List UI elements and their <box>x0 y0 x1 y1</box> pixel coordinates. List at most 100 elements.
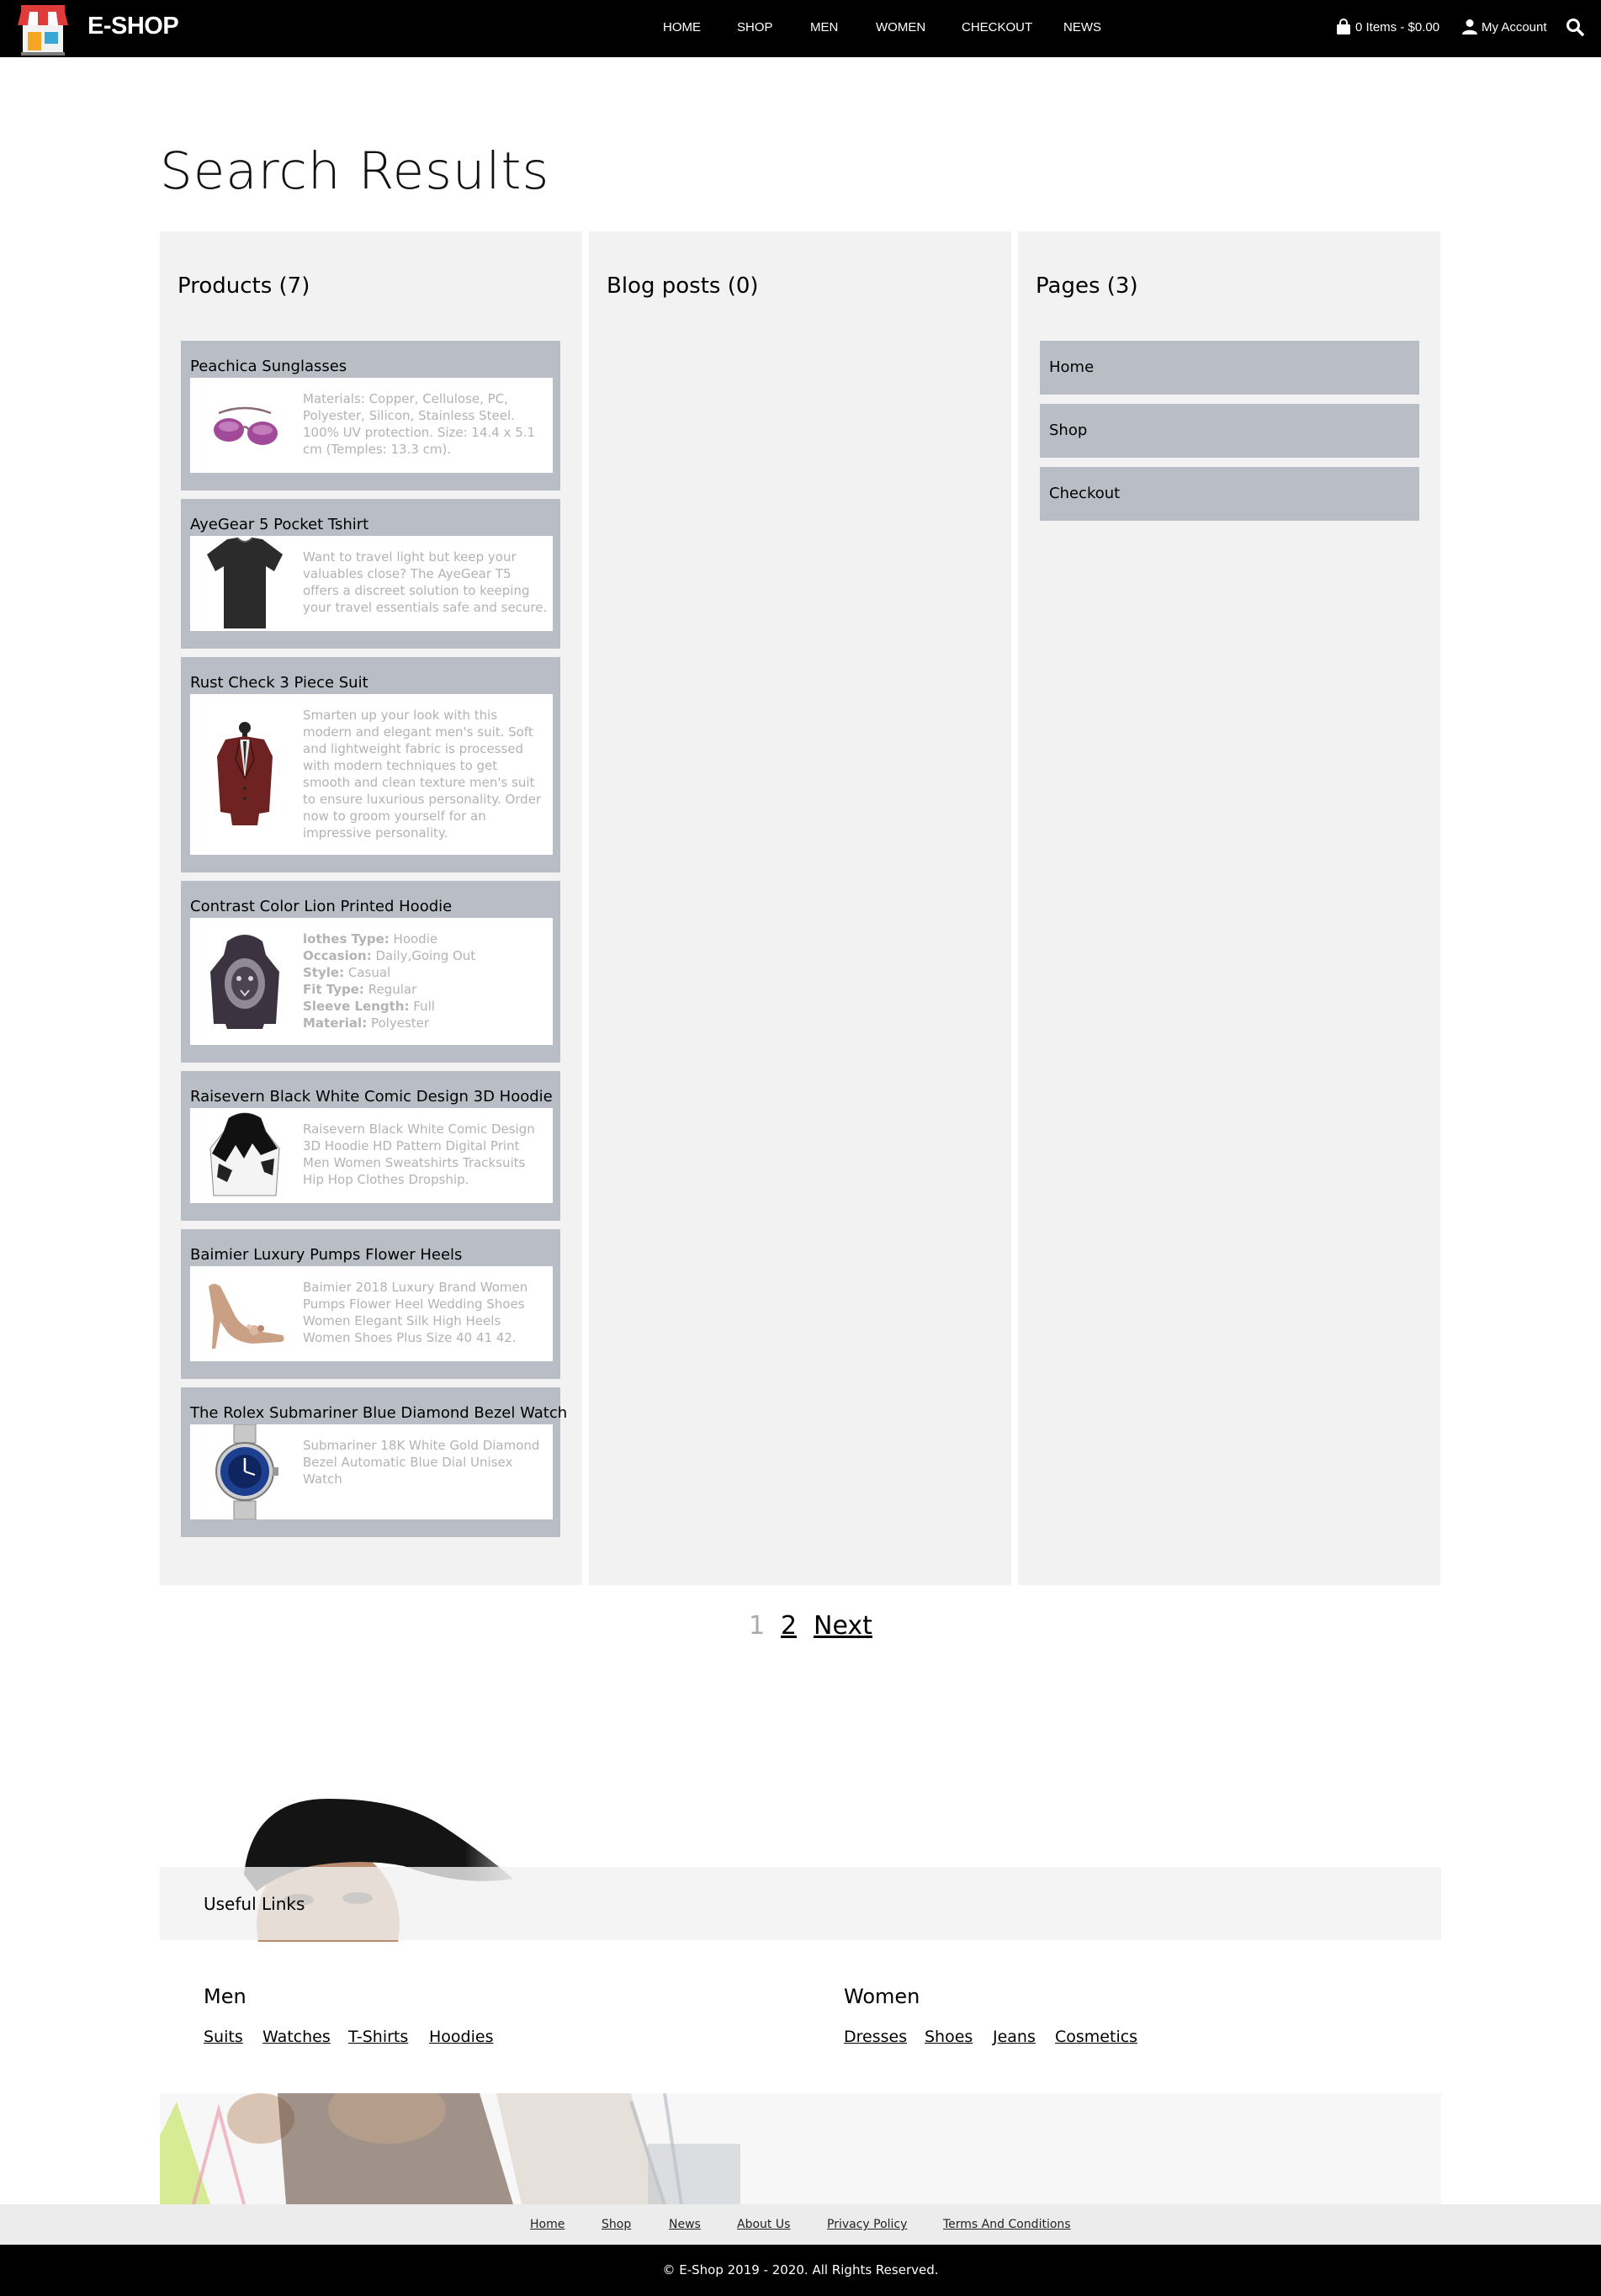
footer-link-hoodies[interactable]: Hoodies <box>429 2028 493 2046</box>
cart-summary[interactable]: 0 Items - $0.00 <box>1336 17 1439 37</box>
product-card[interactable]: Baimier Luxury Pumps Flower Heels Baimie… <box>181 1229 560 1379</box>
footer-link-tshirts[interactable]: T-Shirts <box>348 2028 408 2046</box>
product-name[interactable]: Baimier Luxury Pumps Flower Heels <box>190 1246 462 1264</box>
useful-links-title: Useful Links <box>204 1894 305 1914</box>
spec-value: Daily,Going Out <box>375 948 476 963</box>
footer-nav: Home Shop News About Us Privacy Policy T… <box>0 2204 1601 2245</box>
spec-label: Material: <box>303 1015 368 1031</box>
footer-nav-privacy-policy[interactable]: Privacy Policy <box>827 2218 907 2231</box>
footer-link-jeans[interactable]: Jeans <box>993 2028 1036 2046</box>
page-result-shop[interactable]: Shop <box>1040 404 1419 458</box>
suit-jacket-image <box>217 722 273 825</box>
product-body: Smarten up your look with this modern an… <box>190 694 553 855</box>
product-description: Baimier 2018 Luxury Brand Women Pumps Fl… <box>303 1280 528 1345</box>
product-name[interactable]: Peachica Sunglasses <box>190 358 347 375</box>
product-name[interactable]: Rust Check 3 Piece Suit <box>190 674 368 692</box>
blue-watch-image <box>215 1424 278 1519</box>
product-body: Raisevern Black White Comic Design 3D Ho… <box>190 1108 553 1203</box>
product-card[interactable]: AyeGear 5 Pocket Tshirt Want to travel l… <box>181 499 560 649</box>
spec-value: Polyester <box>370 1015 430 1031</box>
spec-value: Regular <box>368 982 417 997</box>
nav-women[interactable]: WOMEN <box>876 20 925 34</box>
nav-home[interactable]: HOME <box>663 20 701 34</box>
product-body: Want to travel light but keep your valua… <box>190 536 553 631</box>
nav-news[interactable]: NEWS <box>1063 20 1101 34</box>
spec-row: Sleeve Length: Full <box>303 998 549 1015</box>
footer-link-watches[interactable]: Watches <box>262 2028 331 2046</box>
footer-nav-shop[interactable]: Shop <box>602 2218 631 2231</box>
footer-link-shoes[interactable]: Shoes <box>925 2028 973 2046</box>
nav-men[interactable]: MEN <box>810 20 838 34</box>
footer-link-cosmetics[interactable]: Cosmetics <box>1055 2028 1137 2046</box>
products-heading: Products (7) <box>178 273 310 299</box>
product-name[interactable]: Raisevern Black White Comic Design 3D Ho… <box>190 1088 553 1106</box>
nav-checkout[interactable]: CHECKOUT <box>962 20 1032 34</box>
product-body: Baimier 2018 Luxury Brand Women Pumps Fl… <box>190 1266 553 1361</box>
spec-row: Material: Polyester <box>303 1015 549 1031</box>
spec-label: lothes Type: <box>303 931 390 947</box>
footer-link-suits[interactable]: Suits <box>204 2028 243 2046</box>
top-navbar: E-SHOP HOME SHOP MEN WOMEN CHECKOUT NEWS… <box>0 0 1601 57</box>
product-name[interactable]: Contrast Color Lion Printed Hoodie <box>190 898 452 915</box>
search-icon[interactable] <box>1566 18 1584 36</box>
product-description: Want to travel light but keep your valua… <box>303 549 548 615</box>
spec-row: lothes Type: Hoodie <box>303 931 549 947</box>
footer-women-title: Women <box>844 1985 920 2008</box>
next-page-link[interactable]: Next <box>814 1611 872 1641</box>
nav-shop[interactable]: SHOP <box>737 20 773 34</box>
page-2-link[interactable]: 2 <box>781 1611 797 1641</box>
footer-nav-news[interactable]: News <box>669 2218 701 2231</box>
shopping-bags-image <box>160 2093 1441 2204</box>
spec-label: Occasion: <box>303 948 372 963</box>
footer-nav-home[interactable]: Home <box>530 2218 565 2231</box>
spec-value: Full <box>413 999 435 1014</box>
spec-value: Casual <box>347 965 391 980</box>
product-body: Materials: Copper, Cellulose, PC, Polyes… <box>190 378 553 473</box>
page-1-current: 1 <box>749 1611 766 1641</box>
product-card[interactable]: Contrast Color Lion Printed Hoodie lothe… <box>181 881 560 1063</box>
footer-link-dresses[interactable]: Dresses <box>844 2028 907 2046</box>
blog-posts-column: Blog posts (0) <box>589 231 1011 1585</box>
shopping-bag-icon <box>1337 19 1350 34</box>
spec-row: Fit Type: Regular <box>303 981 549 998</box>
product-body: lothes Type: Hoodie Occasion: Daily,Goin… <box>190 918 553 1045</box>
spec-label: Sleeve Length: <box>303 999 410 1014</box>
footer-nav-terms[interactable]: Terms And Conditions <box>943 2218 1071 2231</box>
product-specs: lothes Type: Hoodie Occasion: Daily,Goin… <box>303 931 549 1031</box>
copyright-text: © E-Shop 2019 - 2020. All Rights Reserve… <box>662 2262 939 2277</box>
product-body: Submariner 18K White Gold Diamond Bezel … <box>190 1424 553 1519</box>
flower-heels-image <box>209 1284 284 1349</box>
page-result-label: Shop <box>1049 422 1088 439</box>
promo-shopping-image <box>160 2093 1441 2204</box>
useful-links-band: Useful Links <box>160 1867 1441 1940</box>
user-icon <box>1462 19 1477 34</box>
pages-column: Pages (3) Home Shop Checkout <box>1018 231 1440 1585</box>
footer-nav-about-us[interactable]: About Us <box>737 2218 790 2231</box>
blog-heading: Blog posts (0) <box>607 273 759 299</box>
spec-label: Style: <box>303 965 345 980</box>
sunglasses-image <box>214 406 278 445</box>
spec-label: Fit Type: <box>303 982 364 997</box>
page-result-label: Home <box>1049 358 1095 376</box>
products-column: Products (7) Peachica Sunglasses Materia… <box>160 231 582 1585</box>
page-result-checkout[interactable]: Checkout <box>1040 467 1419 521</box>
product-name[interactable]: The Rolex Submariner Blue Diamond Bezel … <box>190 1404 567 1422</box>
copyright-bar: © E-Shop 2019 - 2020. All Rights Reserve… <box>0 2245 1601 2296</box>
product-card[interactable]: Rust Check 3 Piece Suit Smarten up your … <box>181 657 560 872</box>
product-card[interactable]: Peachica Sunglasses Materials: Copper, C… <box>181 341 560 490</box>
shop-storefront-icon[interactable] <box>18 3 68 56</box>
page-title: Search Results <box>160 141 550 201</box>
brand-name[interactable]: E-SHOP <box>87 13 179 40</box>
product-description: Raisevern Black White Comic Design 3D Ho… <box>303 1121 535 1187</box>
product-card[interactable]: Raisevern Black White Comic Design 3D Ho… <box>181 1071 560 1221</box>
product-card[interactable]: The Rolex Submariner Blue Diamond Bezel … <box>181 1387 567 1537</box>
page-result-home[interactable]: Home <box>1040 341 1419 395</box>
spec-value: Hoodie <box>393 931 438 947</box>
page-result-label: Checkout <box>1049 485 1121 502</box>
product-description: Materials: Copper, Cellulose, PC, Polyes… <box>303 391 536 457</box>
black-tshirt-image <box>207 537 283 628</box>
my-account-link[interactable]: My Account <box>1462 17 1547 37</box>
product-description: Submariner 18K White Gold Diamond Bezel … <box>303 1438 540 1487</box>
cart-label: 0 Items - $0.00 <box>1355 19 1440 34</box>
product-name[interactable]: AyeGear 5 Pocket Tshirt <box>190 516 368 533</box>
